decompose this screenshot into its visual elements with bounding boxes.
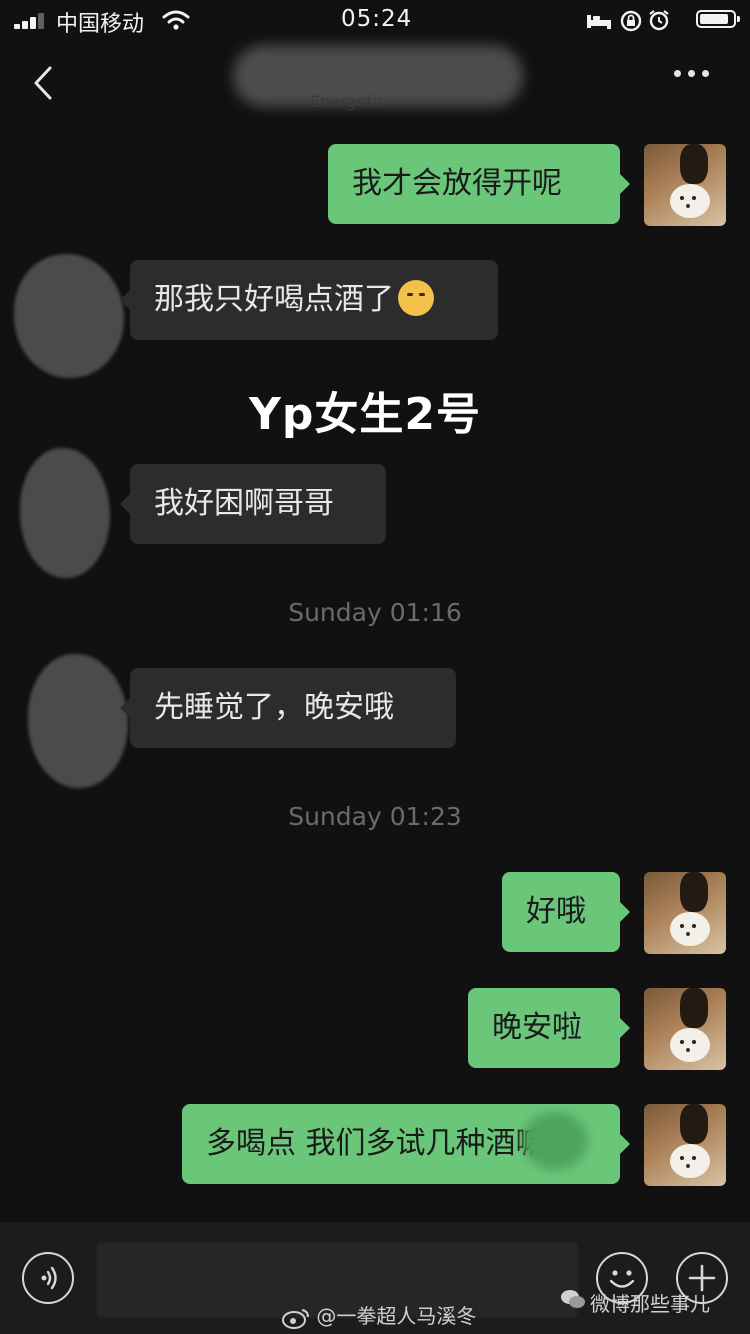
message-timestamp: Sunday 01:23 <box>288 802 462 831</box>
message-timestamp: Sunday 01:16 <box>288 598 462 627</box>
message-bubble-outgoing[interactable]: 好哦 <box>502 872 630 952</box>
battery-icon <box>696 10 740 28</box>
message-text: 先睡觉了，晚安哦 <box>154 690 394 725</box>
my-avatar[interactable] <box>644 1104 726 1186</box>
contact-avatar[interactable] <box>28 654 128 788</box>
redaction-blur <box>522 1112 588 1170</box>
my-avatar[interactable] <box>644 872 726 954</box>
overlay-caption: Yp女生2号 <box>249 389 481 440</box>
message-text: 那我只好喝点酒了 <box>154 282 394 317</box>
message-text: 晚安啦 <box>492 1010 582 1045</box>
status-right-icons <box>586 8 740 32</box>
weibo-handle: @一拳超人马溪冬 <box>316 1304 477 1328</box>
message-text: 我好困啊哥哥 <box>154 486 334 521</box>
alarm-icon <box>649 10 669 31</box>
back-chevron-icon[interactable] <box>26 62 66 102</box>
status-time: 05:24 <box>341 6 413 32</box>
message-bubble-outgoing[interactable]: 我才会放得开呢 <box>328 144 630 224</box>
bed-icon <box>587 15 611 29</box>
wechat-account-name: 微博那些事儿 <box>590 1292 710 1316</box>
status-bar: 中国移动 05:24 <box>0 0 750 40</box>
wechat-watermark: 微博那些事儿 <box>561 1288 710 1317</box>
message-bubble-outgoing[interactable]: 晚安啦 <box>468 988 630 1068</box>
carrier-name: 中国移动 <box>56 12 145 37</box>
my-avatar[interactable] <box>644 144 726 226</box>
weibo-watermark: @一拳超人马溪冬 <box>282 1300 476 1329</box>
my-avatar[interactable] <box>644 988 726 1070</box>
message-bubble-incoming[interactable]: 我好困啊哥哥 <box>120 464 386 544</box>
message-text: 多喝点 我们多试几种酒嘛 <box>206 1126 546 1161</box>
message-bubble-incoming[interactable]: 先睡觉了，晚安哦 <box>120 668 456 748</box>
doge-emoji-icon <box>398 279 434 316</box>
message-text: 我才会放得开呢 <box>352 166 562 201</box>
weibo-logo-icon <box>282 1308 309 1329</box>
wifi-icon <box>162 10 190 30</box>
message-bubble-incoming[interactable]: 那我只好喝点酒了 <box>120 260 498 340</box>
contact-avatar[interactable] <box>14 254 124 378</box>
more-options-icon[interactable] <box>674 68 712 80</box>
wechat-logo-icon <box>561 1290 585 1308</box>
rotation-lock-icon <box>620 10 642 32</box>
contact-avatar[interactable] <box>20 448 110 578</box>
cellular-signal-icon <box>14 13 48 29</box>
voice-input-icon[interactable] <box>22 1252 74 1304</box>
contact-status-text: Energetic <box>310 92 386 111</box>
message-text: 好哦 <box>526 894 586 929</box>
